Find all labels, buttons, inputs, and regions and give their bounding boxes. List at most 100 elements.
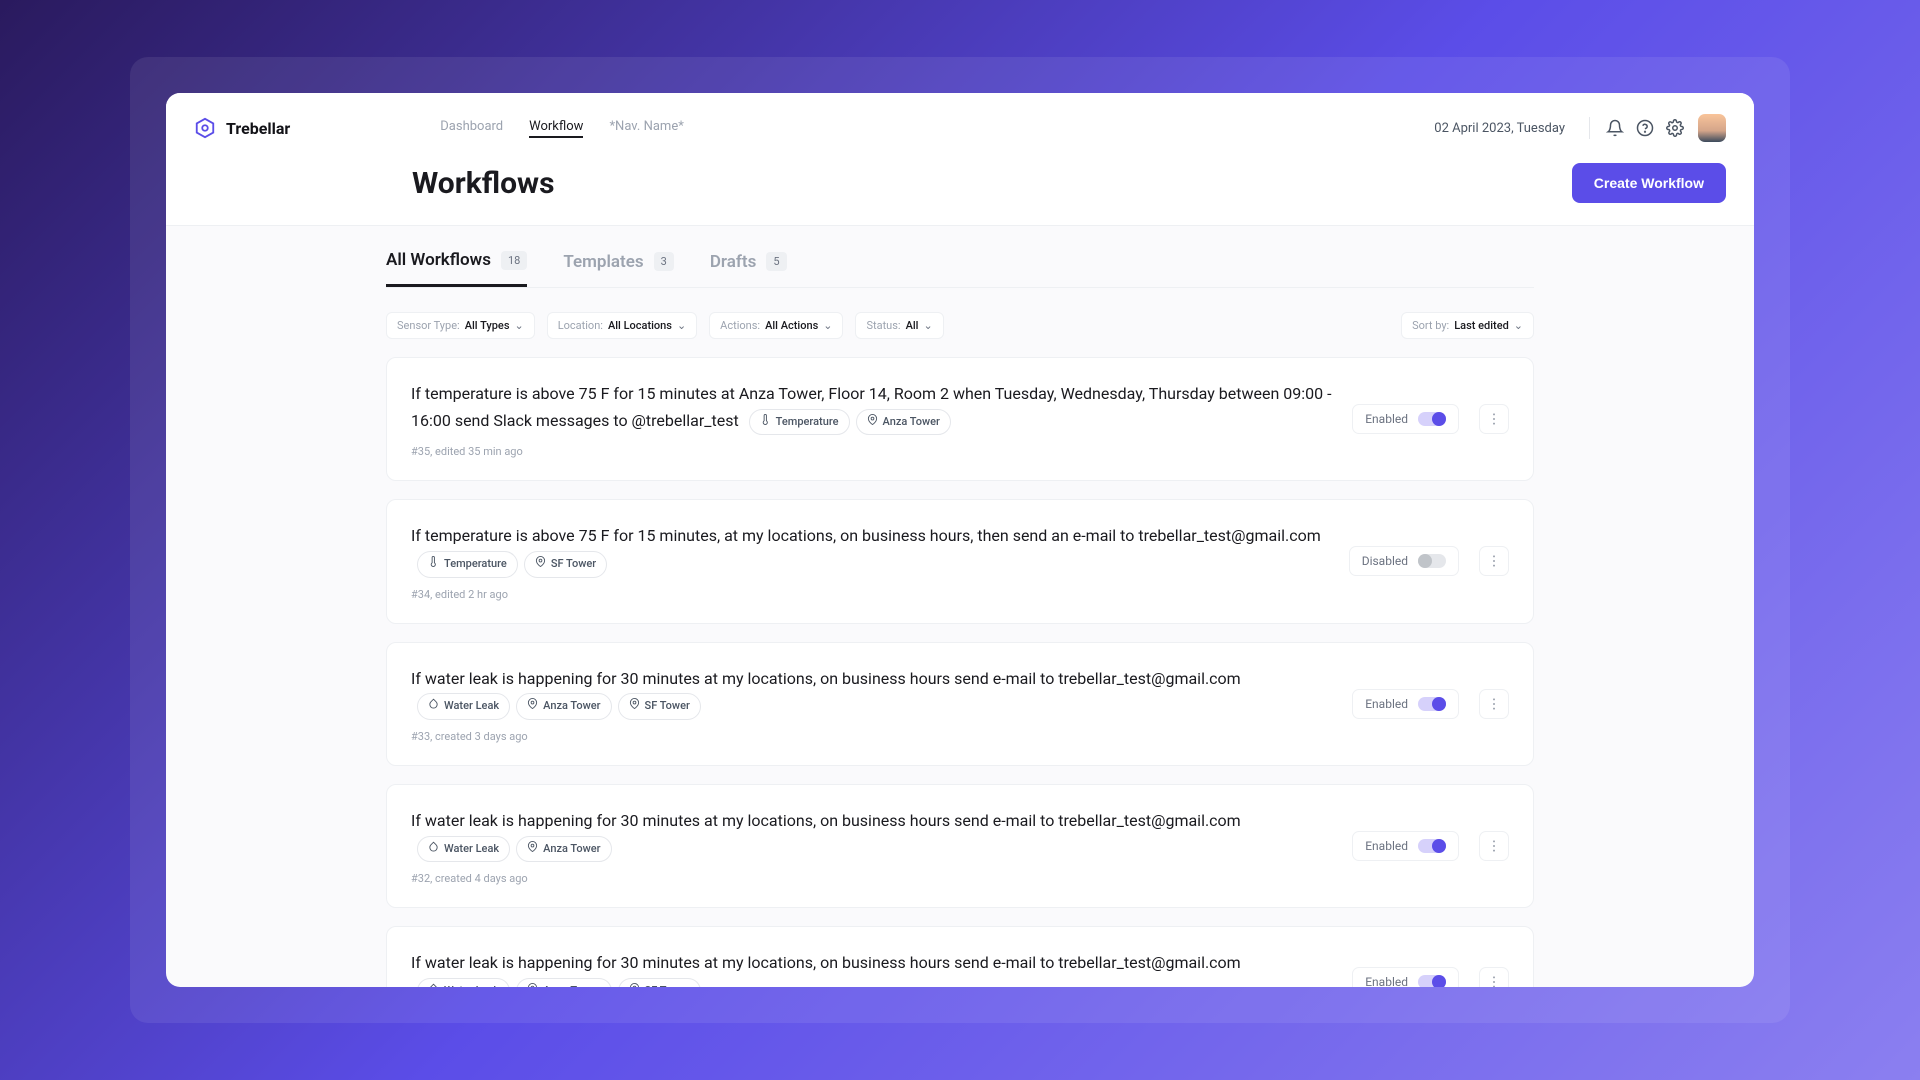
tag-drop[interactable]: Water Leak bbox=[417, 978, 510, 987]
brand[interactable]: Trebellar bbox=[194, 117, 290, 139]
workflow-title: If temperature is above 75 F for 15 minu… bbox=[411, 380, 1332, 435]
tag-pin[interactable]: SF Tower bbox=[618, 693, 701, 720]
pin-icon bbox=[629, 697, 640, 716]
status-label: Enabled bbox=[1365, 412, 1408, 426]
filters: Sensor Type: All Types ⌄ Location: All L… bbox=[386, 288, 1534, 357]
chevron-down-icon: ⌄ bbox=[515, 319, 524, 332]
brand-logo-icon bbox=[194, 117, 216, 139]
more-button[interactable] bbox=[1479, 546, 1509, 576]
tag-pin[interactable]: SF Tower bbox=[618, 978, 701, 987]
page-title: Workflows bbox=[412, 166, 555, 201]
sort-by[interactable]: Sort by: Last edited ⌄ bbox=[1401, 312, 1534, 339]
tab-templates[interactable]: Templates 3 bbox=[563, 250, 673, 287]
drop-icon bbox=[428, 982, 439, 987]
status-toggle-wrap: Disabled bbox=[1349, 546, 1459, 576]
tag-label: Temperature bbox=[444, 555, 507, 574]
pin-icon bbox=[527, 840, 538, 859]
workflow-card[interactable]: If water leak is happening for 30 minute… bbox=[386, 926, 1534, 987]
tab-count: 3 bbox=[654, 252, 674, 271]
topbar: Trebellar Dashboard Workflow *Nav. Name*… bbox=[166, 93, 1754, 226]
status-toggle[interactable] bbox=[1418, 412, 1446, 426]
tag-label: SF Tower bbox=[551, 555, 596, 574]
help-icon[interactable] bbox=[1630, 113, 1660, 143]
brand-name: Trebellar bbox=[226, 119, 290, 138]
tag-label: Water Leak bbox=[444, 840, 499, 859]
status-toggle-wrap: Enabled bbox=[1352, 831, 1459, 861]
tab-label: All Workflows bbox=[386, 250, 491, 270]
more-button[interactable] bbox=[1479, 967, 1509, 987]
workflow-card[interactable]: If water leak is happening for 30 minute… bbox=[386, 642, 1534, 766]
status-toggle[interactable] bbox=[1418, 554, 1446, 568]
filter-sensor-type[interactable]: Sensor Type: All Types ⌄ bbox=[386, 312, 535, 339]
workflow-card[interactable]: If water leak is happening for 30 minute… bbox=[386, 784, 1534, 908]
drop-icon bbox=[428, 840, 439, 859]
filter-status[interactable]: Status: All ⌄ bbox=[855, 312, 943, 339]
tag-label: SF Tower bbox=[645, 982, 690, 987]
avatar[interactable] bbox=[1698, 114, 1726, 142]
workflow-title: If temperature is above 75 F for 15 minu… bbox=[411, 522, 1329, 577]
tag-pin[interactable]: Anza Tower bbox=[516, 978, 611, 987]
tab-count: 5 bbox=[766, 252, 786, 271]
pin-icon bbox=[527, 982, 538, 987]
current-date: 02 April 2023, Tuesday bbox=[1434, 121, 1565, 136]
pin-icon bbox=[867, 413, 878, 432]
status-label: Enabled bbox=[1365, 839, 1408, 853]
workflow-card[interactable]: If temperature is above 75 F for 15 minu… bbox=[386, 499, 1534, 623]
tab-count: 18 bbox=[501, 251, 527, 270]
tag-thermometer[interactable]: Temperature bbox=[749, 409, 850, 436]
nav-dashboard[interactable]: Dashboard bbox=[440, 119, 503, 138]
status-label: Enabled bbox=[1365, 697, 1408, 711]
status-toggle[interactable] bbox=[1418, 975, 1446, 987]
gear-icon[interactable] bbox=[1660, 113, 1690, 143]
tag-drop[interactable]: Water Leak bbox=[417, 836, 510, 863]
chevron-down-icon: ⌄ bbox=[923, 319, 932, 332]
workflow-title: If water leak is happening for 30 minute… bbox=[411, 665, 1332, 720]
status-toggle-wrap: Enabled bbox=[1352, 404, 1459, 434]
tag-label: Water Leak bbox=[444, 982, 499, 987]
workflow-meta: #33, created 3 days ago bbox=[411, 730, 1332, 743]
workflow-title: If water leak is happening for 30 minute… bbox=[411, 949, 1332, 987]
workflow-list: If temperature is above 75 F for 15 minu… bbox=[386, 357, 1534, 987]
tab-drafts[interactable]: Drafts 5 bbox=[710, 250, 787, 287]
tag-pin[interactable]: SF Tower bbox=[524, 551, 607, 578]
nav-placeholder[interactable]: *Nav. Name* bbox=[609, 119, 683, 138]
more-button[interactable] bbox=[1479, 831, 1509, 861]
tabs: All Workflows 18 Templates 3 Drafts 5 bbox=[386, 226, 1534, 288]
nav-workflow[interactable]: Workflow bbox=[529, 119, 583, 138]
content: All Workflows 18 Templates 3 Drafts 5 Sens… bbox=[166, 226, 1754, 987]
pin-icon bbox=[535, 555, 546, 574]
tag-pin[interactable]: Anza Tower bbox=[516, 693, 611, 720]
pin-icon bbox=[527, 697, 538, 716]
tab-all-workflows[interactable]: All Workflows 18 bbox=[386, 250, 527, 287]
more-button[interactable] bbox=[1479, 689, 1509, 719]
status-toggle[interactable] bbox=[1418, 839, 1446, 853]
workflow-meta: #32, created 4 days ago bbox=[411, 872, 1332, 885]
status-label: Disabled bbox=[1362, 554, 1408, 568]
tag-label: SF Tower bbox=[645, 697, 690, 716]
tag-label: Anza Tower bbox=[543, 840, 600, 859]
tag-drop[interactable]: Water Leak bbox=[417, 693, 510, 720]
tag-pin[interactable]: Anza Tower bbox=[516, 836, 611, 863]
status-toggle-wrap: Enabled bbox=[1352, 689, 1459, 719]
create-workflow-button[interactable]: Create Workflow bbox=[1572, 163, 1726, 203]
bell-icon[interactable] bbox=[1600, 113, 1630, 143]
drop-icon bbox=[428, 697, 439, 716]
chevron-down-icon: ⌄ bbox=[677, 319, 686, 332]
tab-label: Drafts bbox=[710, 252, 757, 272]
more-button[interactable] bbox=[1479, 404, 1509, 434]
status-toggle[interactable] bbox=[1418, 697, 1446, 711]
tag-thermometer[interactable]: Temperature bbox=[417, 551, 518, 578]
workflow-title: If water leak is happening for 30 minute… bbox=[411, 807, 1332, 862]
tag-label: Anza Tower bbox=[543, 982, 600, 987]
tag-pin[interactable]: Anza Tower bbox=[856, 409, 951, 436]
app-window: Trebellar Dashboard Workflow *Nav. Name*… bbox=[166, 93, 1754, 987]
pin-icon bbox=[629, 982, 640, 987]
tag-label: Anza Tower bbox=[883, 413, 940, 432]
workflow-meta: #34, edited 2 hr ago bbox=[411, 588, 1329, 601]
filter-actions[interactable]: Actions: All Actions ⌄ bbox=[709, 312, 843, 339]
status-toggle-wrap: Enabled bbox=[1352, 967, 1459, 987]
workflow-card[interactable]: If temperature is above 75 F for 15 minu… bbox=[386, 357, 1534, 481]
workflow-meta: #35, edited 35 min ago bbox=[411, 445, 1332, 458]
divider bbox=[1589, 117, 1590, 139]
filter-location[interactable]: Location: All Locations ⌄ bbox=[547, 312, 697, 339]
